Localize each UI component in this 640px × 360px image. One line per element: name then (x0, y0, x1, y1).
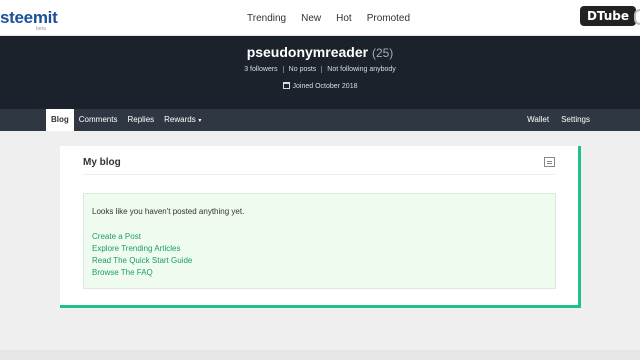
subnav-right: Wallet Settings (527, 109, 590, 131)
tab-blog[interactable]: Blog (46, 109, 74, 131)
tab-replies[interactable]: Replies (122, 109, 159, 131)
explore-trending-link[interactable]: Explore Trending Articles (92, 244, 192, 253)
nav-promoted[interactable]: Promoted (367, 13, 410, 24)
empty-blog-callout: Looks like you haven't posted anything y… (83, 193, 556, 289)
nav-hot[interactable]: Hot (336, 13, 352, 24)
blog-title: My blog (83, 157, 121, 168)
posts-count: No posts (282, 66, 322, 73)
calendar-icon (282, 82, 290, 89)
blog-card: My blog Looks like you haven't posted an… (60, 146, 581, 308)
quick-start-link[interactable]: Read The Quick Start Guide (92, 256, 192, 265)
followers-count[interactable]: 3 followers (239, 66, 282, 73)
page: steemit beta Trending New Hot Promoted D… (0, 0, 640, 360)
nav-trending[interactable]: Trending (247, 13, 286, 24)
dtube-ring-icon (634, 9, 640, 25)
following-status[interactable]: Not following anybody (321, 66, 401, 73)
tab-rewards[interactable]: Rewards ▾ (159, 109, 206, 131)
steemit-logo[interactable]: steemit (0, 8, 58, 28)
chevron-down-icon: ▾ (196, 118, 202, 124)
dtube-badge: DTube (580, 6, 636, 26)
layout-toggle-icon[interactable] (544, 157, 555, 167)
bottom-strip (0, 350, 640, 360)
tab-settings[interactable]: Settings (561, 109, 590, 131)
joined-date: Joined October 2018 (0, 82, 640, 90)
empty-message: Looks like you haven't posted anything y… (92, 207, 245, 216)
faq-link[interactable]: Browse The FAQ (92, 268, 192, 277)
tab-wallet[interactable]: Wallet (527, 109, 549, 131)
nav-new[interactable]: New (301, 13, 321, 24)
username-text: pseudonymreader (246, 44, 369, 60)
reputation-score: (25) (371, 46, 394, 60)
profile-header: pseudonymreader (25) 3 followers No post… (0, 36, 640, 109)
card-divider (83, 174, 555, 175)
profile-username: pseudonymreader (25) (0, 44, 640, 60)
tab-comments[interactable]: Comments (74, 109, 123, 131)
profile-subnav: Blog Comments Replies Rewards ▾ Wallet S… (0, 109, 640, 131)
joined-text: Joined October 2018 (292, 83, 358, 90)
logo-beta-label: beta (36, 26, 46, 32)
tab-rewards-label: Rewards (164, 115, 196, 124)
subnav-left: Blog Comments Replies Rewards ▾ (46, 109, 206, 131)
profile-stats: 3 followers No posts Not following anybo… (0, 66, 640, 73)
create-post-link[interactable]: Create a Post (92, 232, 192, 241)
main-nav: Trending New Hot Promoted (247, 13, 410, 24)
suggestion-links: Create a Post Explore Trending Articles … (92, 232, 192, 277)
top-navbar: steemit beta Trending New Hot Promoted D… (0, 0, 640, 36)
